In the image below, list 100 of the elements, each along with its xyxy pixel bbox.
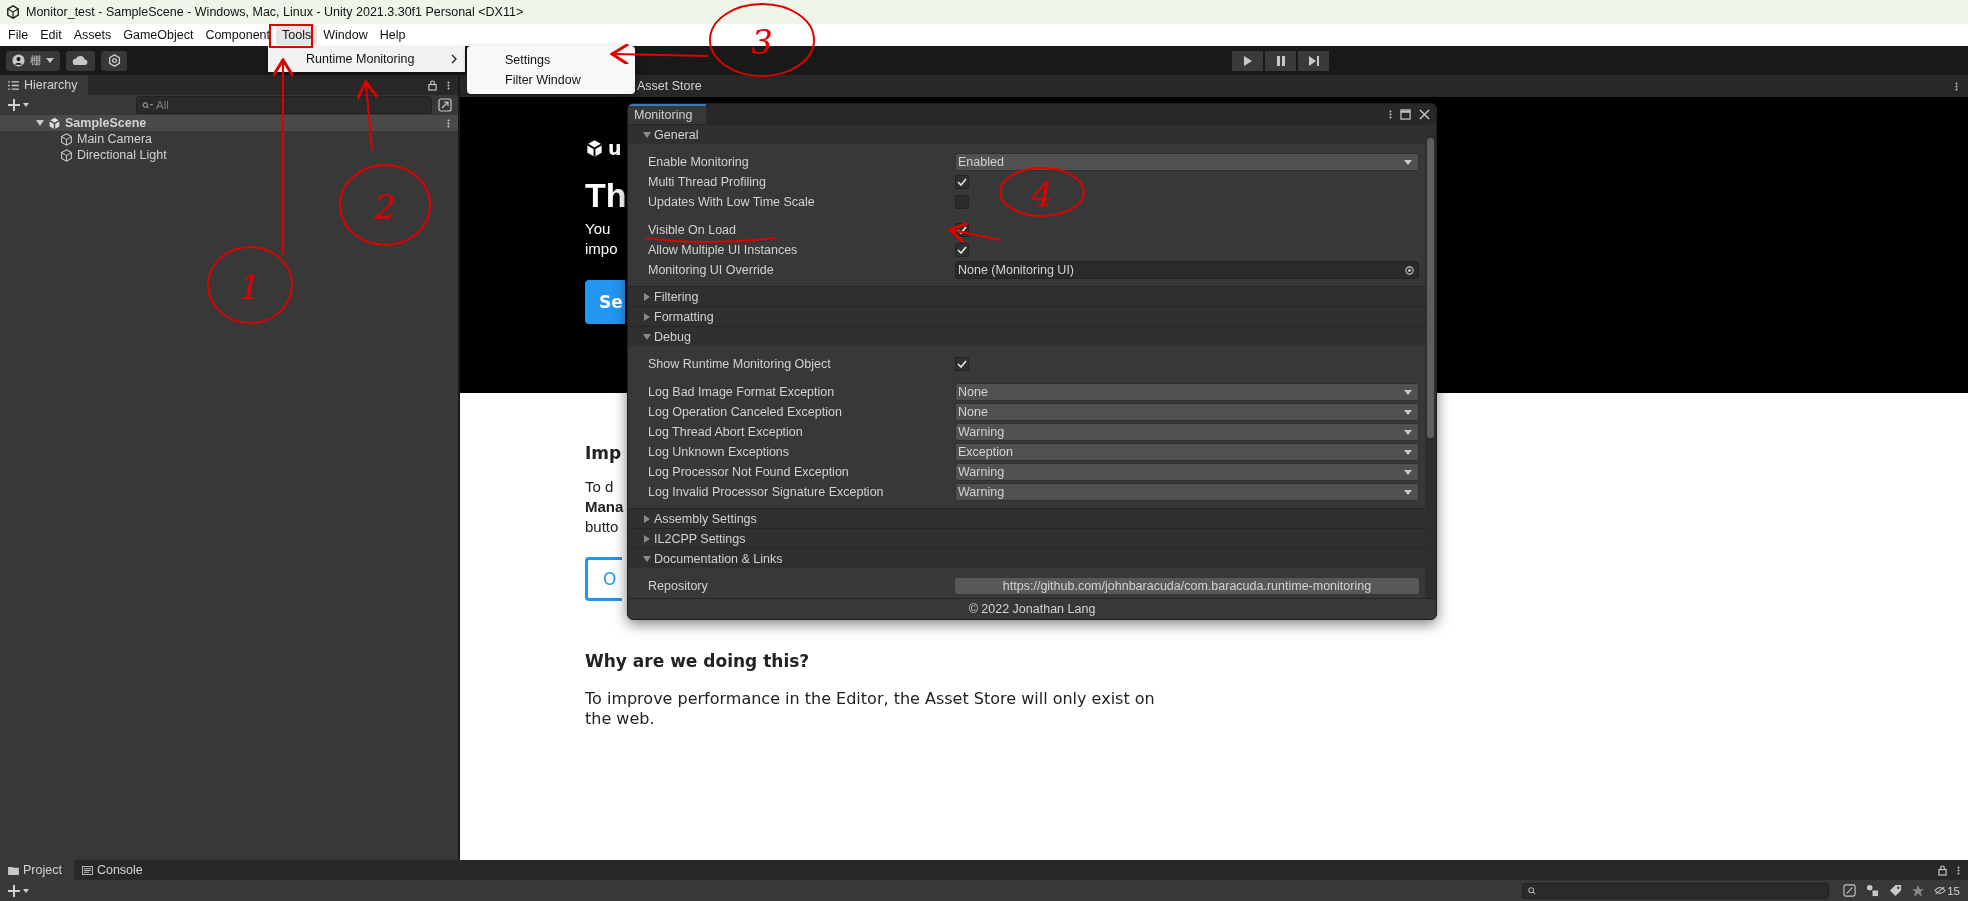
- search-field[interactable]: [1522, 882, 1830, 899]
- annotation-number: 2: [374, 187, 396, 227]
- check-icon: [957, 226, 967, 234]
- hierarchy-item[interactable]: Main Camera: [0, 131, 458, 147]
- menu-item[interactable]: Component: [199, 25, 276, 45]
- annotation-number: 4: [1031, 174, 1053, 214]
- maximize-icon[interactable]: [1400, 108, 1411, 120]
- kebab-menu-icon[interactable]: [1389, 108, 1392, 120]
- caret-icon: [1404, 159, 1412, 165]
- section-text: Mana: [585, 497, 624, 517]
- menu-item[interactable]: Edit: [34, 25, 68, 45]
- field-label: Log Invalid Processor Signature Exception: [648, 485, 885, 499]
- asset-store-tab[interactable]: Asset Store: [637, 79, 702, 93]
- caret-icon: [1404, 409, 1412, 415]
- target-icon: [1405, 265, 1414, 275]
- logo-text: u: [608, 137, 622, 159]
- cube-icon: [60, 132, 73, 146]
- dropdown[interactable]: Warning: [955, 423, 1419, 441]
- checkbox[interactable]: [955, 357, 969, 371]
- field-label: Allow Multiple UI Instances: [648, 243, 799, 257]
- field-label: Visible On Load: [648, 223, 738, 237]
- scene-row[interactable]: SampleScene: [0, 115, 458, 131]
- eye-slash-icon: [1934, 886, 1947, 895]
- hierarchy-tab[interactable]: Hierarchy: [0, 75, 88, 95]
- caret-icon: [1404, 489, 1412, 495]
- menu-item[interactable]: Window: [317, 25, 374, 45]
- kebab-menu-icon[interactable]: [447, 79, 450, 91]
- settings-button[interactable]: [101, 50, 127, 71]
- section-header[interactable]: Debug: [628, 326, 1425, 346]
- section-header[interactable]: Formatting: [628, 306, 1425, 326]
- filter-icon[interactable]: [1843, 884, 1857, 897]
- account-button[interactable]: 棚: [6, 50, 60, 71]
- menu-item[interactable]: File: [2, 25, 35, 45]
- list-icon: [8, 80, 19, 90]
- caret-icon: [1404, 469, 1412, 475]
- dropdown[interactable]: Exception: [955, 443, 1419, 461]
- play-button[interactable]: [1232, 50, 1263, 71]
- dropdown[interactable]: Enabled: [955, 153, 1419, 171]
- hierarchy-item[interactable]: Directional Light: [0, 147, 458, 163]
- pause-button[interactable]: [1265, 50, 1296, 71]
- section-header[interactable]: Filtering: [628, 286, 1425, 306]
- cube-icon: [6, 5, 20, 19]
- pause-icon: [1275, 55, 1286, 66]
- menu-item[interactable]: Assets: [67, 25, 118, 45]
- search-icon: [142, 101, 153, 109]
- dropdown[interactable]: Warning: [955, 483, 1419, 501]
- add-dropdown-icon[interactable]: [8, 884, 30, 897]
- star-icon[interactable]: [1912, 884, 1925, 897]
- kebab-menu-icon[interactable]: [1955, 80, 1958, 92]
- shapes-icon[interactable]: [1866, 884, 1880, 897]
- menu-item[interactable]: Settings: [467, 50, 635, 70]
- console-icon: [81, 865, 93, 875]
- unity-logo-icon: [585, 138, 604, 158]
- caret-icon: [46, 57, 54, 64]
- field-label: Log Bad Image Format Exception: [648, 385, 836, 399]
- chevron-right-icon: [451, 54, 457, 64]
- footer-text: © 2022 Jonathan Lang: [628, 598, 1436, 619]
- section-heading: Why are we doing this?: [585, 651, 810, 671]
- search-field[interactable]: All: [136, 96, 432, 114]
- checkbox[interactable]: [955, 175, 969, 189]
- kebab-menu-icon[interactable]: [1957, 864, 1960, 876]
- lock-icon[interactable]: [428, 79, 437, 91]
- expand-triangle-icon[interactable]: [36, 119, 44, 127]
- menu-item[interactable]: Runtime Monitoring: [268, 52, 465, 66]
- window-title: Monitor_test - SampleScene - Windows, Mac, Linux - Unity 2021.3.30f1 Personal <DX11>: [26, 5, 524, 19]
- hidden-count-button[interactable]: 15: [1934, 884, 1960, 897]
- kebab-menu-icon[interactable]: [447, 117, 450, 129]
- checkbox[interactable]: [955, 243, 969, 257]
- object-field[interactable]: None (Monitoring UI): [955, 261, 1419, 279]
- lock-icon[interactable]: [1938, 864, 1947, 876]
- field-label: Log Operation Canceled Exception: [648, 405, 843, 419]
- section-header[interactable]: General: [628, 124, 1425, 144]
- section-header[interactable]: Documentation & Links: [628, 548, 1425, 568]
- annotation-arrow: [355, 80, 379, 151]
- monitoring-tab[interactable]: Monitoring: [628, 104, 707, 124]
- panel-tab[interactable]: Console: [73, 860, 155, 880]
- scene-filter-icon[interactable]: [438, 98, 452, 112]
- dropdown[interactable]: Warning: [955, 463, 1419, 481]
- caret-icon: [1404, 449, 1412, 455]
- menu-item[interactable]: Help: [373, 25, 412, 45]
- menu-item[interactable]: GameObject: [117, 25, 200, 45]
- scrollbar[interactable]: [1425, 124, 1436, 598]
- search-input[interactable]: All: [156, 99, 431, 111]
- add-dropdown-icon[interactable]: [8, 99, 30, 111]
- close-icon[interactable]: [1419, 108, 1430, 120]
- tag-icon[interactable]: [1889, 884, 1903, 897]
- cloud-button[interactable]: [66, 50, 95, 71]
- menu-item[interactable]: Filter Window: [467, 70, 635, 90]
- dropdown[interactable]: None: [955, 383, 1419, 401]
- annotation-box: [269, 24, 313, 48]
- check-icon: [957, 178, 967, 186]
- check-icon: [957, 360, 967, 368]
- section-header[interactable]: IL2CPP Settings: [628, 528, 1425, 548]
- panel-tab[interactable]: Project: [0, 860, 74, 880]
- section-header[interactable]: Assembly Settings: [628, 508, 1425, 528]
- search-icon: [1528, 886, 1537, 895]
- dropdown[interactable]: None: [955, 403, 1419, 421]
- step-button[interactable]: [1298, 50, 1329, 71]
- section-paragraph: To improve performance in the Editor, the Asset Store will only exist on the web.: [585, 689, 1156, 729]
- link-button[interactable]: https://github.com/johnbaracuda/com.baracuda.runtime-monitoring: [955, 578, 1419, 594]
